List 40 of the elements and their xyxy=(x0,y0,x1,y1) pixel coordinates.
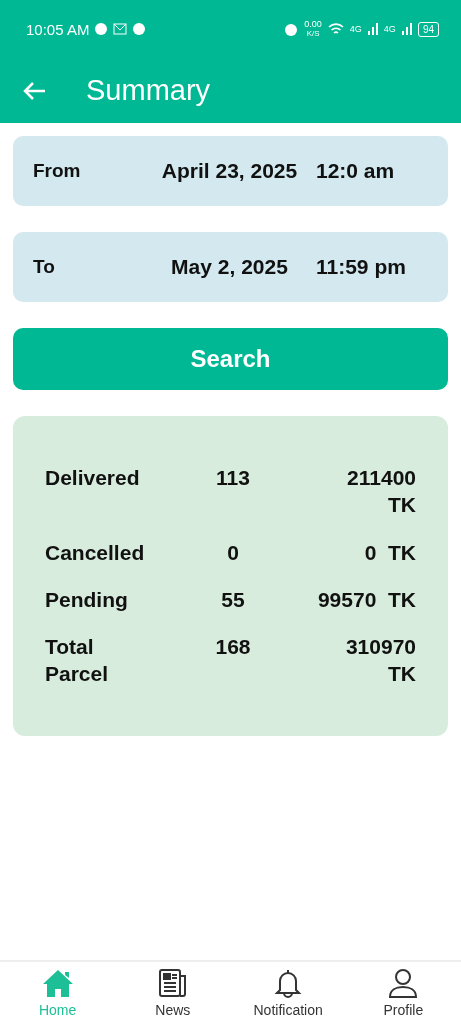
back-arrow-icon[interactable] xyxy=(22,80,46,101)
parcel-count: 0 xyxy=(226,539,240,566)
speed-unit: K/S xyxy=(306,30,320,38)
status-label: Delivered xyxy=(45,465,141,491)
signal-icon xyxy=(367,23,378,35)
status-label: Cancelled xyxy=(45,539,146,566)
amount-value: 99570 TK xyxy=(316,586,416,613)
date-label: From xyxy=(33,160,82,182)
parcel-count: 168 xyxy=(214,634,252,661)
signal-icon xyxy=(401,23,412,35)
network-type: 4G xyxy=(383,24,396,34)
network-type: 4G xyxy=(349,24,362,34)
nav-tab[interactable]: News xyxy=(115,962,231,1024)
amount-value: 0 TK xyxy=(363,539,416,566)
parcel-count: 55 xyxy=(220,586,246,613)
mail-icon xyxy=(113,23,128,35)
clock-time: 10:05 AM xyxy=(26,21,90,37)
speed-value: 0.00 xyxy=(304,20,322,29)
date-range-card[interactable]: From April 23, 2025 12:0 am xyxy=(13,136,448,206)
date-value: April 23, 2025 xyxy=(160,159,299,183)
newspaper-icon xyxy=(157,968,188,998)
home-icon xyxy=(41,968,74,998)
amount-value: 211400 TK xyxy=(346,465,416,519)
date-range-card[interactable]: To May 2, 2025 11:59 pm xyxy=(13,232,448,302)
time-value: 12:0 am xyxy=(316,159,396,183)
battery-level: 94 xyxy=(417,21,439,37)
status-label: Pending xyxy=(45,586,129,613)
page-title: Summary xyxy=(86,74,211,107)
date-value: May 2, 2025 xyxy=(170,255,289,279)
time-value: 11:59 pm xyxy=(316,255,407,279)
nav-tab[interactable]: Notification xyxy=(230,962,346,1024)
nav-tab[interactable]: Profile xyxy=(345,962,461,1024)
amount-value: 310970 TK xyxy=(344,634,416,688)
bell-icon xyxy=(274,968,303,998)
notification-dot-icon xyxy=(133,23,146,35)
date-label: To xyxy=(33,256,56,278)
user-icon xyxy=(388,968,419,998)
status-label: Total Parcel xyxy=(45,634,110,688)
wifi-icon xyxy=(327,22,344,36)
parcel-count: 113 xyxy=(215,465,251,491)
